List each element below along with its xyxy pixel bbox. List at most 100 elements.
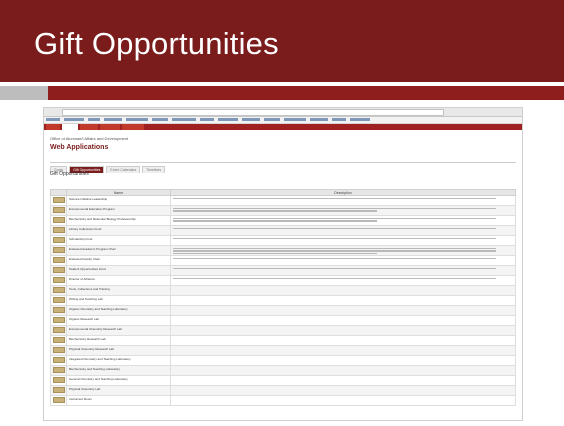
page-content: Office of Alumnae/i Affairs and Developm… bbox=[44, 130, 522, 406]
nav-item[interactable] bbox=[80, 124, 98, 130]
table-row: General Chemistry and Teaching Laborator… bbox=[50, 375, 516, 386]
row-name: Science Initiative Leadership bbox=[66, 195, 171, 206]
row-name: Organic Research Lab bbox=[66, 315, 171, 326]
row-action-cell bbox=[50, 375, 67, 386]
table-row: Biochemistry and Teaching Laboratory bbox=[50, 365, 516, 376]
row-description bbox=[170, 385, 516, 396]
edit-button[interactable] bbox=[53, 357, 65, 363]
bookmark-item[interactable] bbox=[310, 118, 328, 121]
edit-button[interactable] bbox=[53, 227, 65, 233]
slide: Gift Opportunities Office of Alumnae/i A… bbox=[0, 0, 564, 426]
address-bar[interactable] bbox=[62, 109, 444, 116]
tab-bar: Goals Gift Opportunities Event Calendars Ti… bbox=[50, 155, 516, 173]
description-text-line bbox=[173, 250, 496, 252]
row-name: Student Opportunities Fund bbox=[66, 265, 171, 276]
edit-button[interactable] bbox=[53, 387, 65, 393]
slide-title: Gift Opportunities bbox=[34, 26, 279, 61]
row-name: Biochemistry and Molecular Biology Profe… bbox=[66, 215, 171, 226]
edit-button[interactable] bbox=[53, 237, 65, 243]
bookmark-item[interactable] bbox=[350, 118, 370, 121]
edit-button[interactable] bbox=[53, 257, 65, 263]
description-text-line bbox=[173, 238, 496, 240]
edit-button[interactable] bbox=[53, 397, 65, 403]
row-name: Endowed Academic Program Chair bbox=[66, 245, 171, 256]
edit-button[interactable] bbox=[53, 267, 65, 273]
bookmark-item[interactable] bbox=[218, 118, 238, 121]
row-action-cell bbox=[50, 305, 67, 316]
edit-button[interactable] bbox=[53, 297, 65, 303]
row-action-cell bbox=[50, 205, 67, 216]
bookmark-item[interactable] bbox=[200, 118, 214, 121]
row-description bbox=[170, 275, 516, 286]
bookmark-item[interactable] bbox=[126, 118, 148, 121]
row-description bbox=[170, 365, 516, 376]
row-action-cell bbox=[50, 265, 67, 276]
row-name: Library Collections Fund bbox=[66, 225, 171, 236]
bookmark-item[interactable] bbox=[46, 118, 60, 121]
table-row: Organic Research Lab bbox=[50, 315, 516, 326]
edit-button[interactable] bbox=[53, 307, 65, 313]
row-action-cell bbox=[50, 235, 67, 246]
tab-item[interactable]: Timelines bbox=[142, 166, 166, 173]
tab-item[interactable]: Event Calendars bbox=[106, 166, 141, 173]
bookmark-item[interactable] bbox=[152, 118, 168, 121]
edit-button[interactable] bbox=[53, 247, 65, 253]
table-row: Biochemistry Research Lab bbox=[50, 335, 516, 346]
bookmark-item[interactable] bbox=[88, 118, 100, 121]
edit-button[interactable] bbox=[53, 347, 65, 353]
table-row: Physical Chemistry Research Lab bbox=[50, 345, 516, 356]
edit-button[interactable] bbox=[53, 277, 65, 283]
bookmark-item[interactable] bbox=[64, 118, 84, 121]
row-action-cell bbox=[50, 225, 67, 236]
description-text-line bbox=[173, 248, 496, 250]
row-description bbox=[170, 355, 516, 366]
description-text-line bbox=[173, 228, 496, 230]
row-description bbox=[170, 255, 516, 266]
row-description bbox=[170, 235, 516, 246]
description-text-line bbox=[173, 258, 496, 260]
nav-item[interactable] bbox=[46, 124, 60, 130]
table-row: Library Collections Fund bbox=[50, 225, 516, 236]
edit-button[interactable] bbox=[53, 327, 65, 333]
table-row: Organic Chemistry and Teaching Laborator… bbox=[50, 305, 516, 316]
edit-button[interactable] bbox=[53, 377, 65, 383]
row-action-cell bbox=[50, 385, 67, 396]
bookmark-item[interactable] bbox=[332, 118, 346, 121]
bookmark-item[interactable] bbox=[242, 118, 260, 121]
bookmark-item[interactable] bbox=[264, 118, 280, 121]
table-row: Environmental Chemistry Research Lab bbox=[50, 325, 516, 336]
row-description bbox=[170, 345, 516, 356]
row-action-cell bbox=[50, 285, 67, 296]
accent-rule-red bbox=[48, 86, 564, 100]
browser-toolbar bbox=[44, 108, 522, 117]
bookmark-item[interactable] bbox=[104, 118, 122, 121]
description-text-line bbox=[173, 252, 377, 254]
row-description bbox=[170, 375, 516, 386]
row-description bbox=[170, 335, 516, 346]
edit-button[interactable] bbox=[53, 197, 65, 203]
edit-button[interactable] bbox=[53, 337, 65, 343]
nav-item[interactable] bbox=[100, 124, 120, 130]
edit-button[interactable] bbox=[53, 367, 65, 373]
bookmark-item[interactable] bbox=[172, 118, 196, 121]
edit-button[interactable] bbox=[53, 317, 65, 323]
row-description bbox=[170, 265, 516, 276]
edit-button[interactable] bbox=[53, 207, 65, 213]
table-row: Instrument Room bbox=[50, 395, 516, 406]
nav-item[interactable] bbox=[62, 124, 78, 130]
edit-button[interactable] bbox=[53, 287, 65, 293]
table-row: Integrated Chemistry and Teaching Labora… bbox=[50, 355, 516, 366]
bookmark-item[interactable] bbox=[284, 118, 306, 121]
edit-button[interactable] bbox=[53, 217, 65, 223]
row-description bbox=[170, 195, 516, 206]
nav-item[interactable] bbox=[122, 124, 144, 130]
row-description bbox=[170, 245, 516, 256]
row-action-cell bbox=[50, 325, 67, 336]
description-text-line bbox=[173, 208, 496, 210]
row-action-cell bbox=[50, 295, 67, 306]
row-name: Instrument Room bbox=[66, 395, 171, 406]
table-row: Biochemistry and Molecular Biology Profe… bbox=[50, 215, 516, 226]
row-name: Director of Athletics bbox=[66, 275, 171, 286]
bookmarks-bar bbox=[44, 117, 522, 124]
row-action-cell bbox=[50, 355, 67, 366]
